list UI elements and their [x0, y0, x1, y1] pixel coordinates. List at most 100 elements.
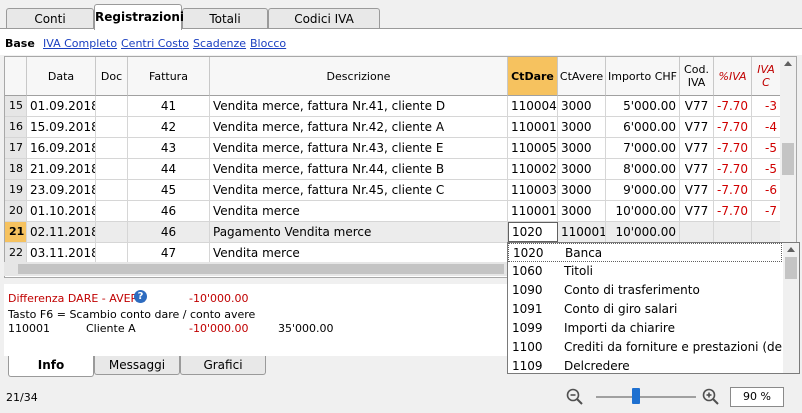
vertical-scroll-thumb[interactable] — [782, 143, 794, 175]
cell-fattura[interactable]: 45 — [128, 180, 210, 200]
cell-doc[interactable] — [96, 138, 128, 158]
cell-data[interactable]: 01.10.2018 — [27, 201, 96, 221]
col-data-header[interactable]: Data — [27, 57, 96, 96]
cell-importo[interactable]: 5'000.00 — [606, 96, 680, 116]
cell-doc[interactable] — [96, 117, 128, 137]
cell-descrizione[interactable]: Vendita merce, fattura Nr.44, cliente B — [210, 159, 508, 179]
col-codiva-header[interactable]: Cod. IVA — [680, 57, 714, 96]
dropdown-option[interactable]: 1100 Crediti da forniture e prestazioni (… — [508, 338, 782, 357]
cell-ctdare[interactable]: 110004 — [508, 96, 558, 116]
cell-descrizione[interactable]: Vendita merce, fattura Nr.41, cliente D — [210, 96, 508, 116]
cell-doc[interactable] — [96, 201, 128, 221]
help-icon[interactable]: ? — [134, 290, 147, 303]
col-descrizione-header[interactable]: Descrizione — [210, 57, 508, 96]
cell-descrizione[interactable]: Vendita merce — [210, 243, 508, 263]
zoom-slider-handle[interactable] — [632, 388, 640, 404]
cell-codiva[interactable] — [680, 222, 714, 242]
cell-data[interactable]: 03.11.2018 — [27, 243, 96, 263]
cell-importo[interactable]: 10'000.00 — [606, 201, 680, 221]
cell-fattura[interactable]: 46 — [128, 201, 210, 221]
horizontal-scrollbar[interactable] — [4, 262, 508, 276]
col-percentiva-header[interactable]: %IVA — [714, 57, 752, 96]
zoom-slider[interactable] — [596, 396, 696, 398]
dropdown-option[interactable]: 1091 Conto di giro salari — [508, 300, 782, 319]
cell-ivac[interactable]: -7 — [752, 201, 781, 221]
cell-data[interactable]: 15.09.2018 — [27, 117, 96, 137]
cell-descrizione[interactable]: Vendita merce — [210, 201, 508, 221]
cell-data[interactable]: 16.09.2018 — [27, 138, 96, 158]
cell-ivac[interactable]: -5 — [752, 159, 781, 179]
view-centri-costo[interactable]: Centri Costo — [121, 37, 189, 50]
cell-descrizione[interactable]: Vendita merce, fattura Nr.45, cliente C — [210, 180, 508, 200]
cell-doc[interactable] — [96, 243, 128, 263]
view-iva-completo[interactable]: IVA Completo — [43, 37, 117, 50]
cell-fattura[interactable]: 47 — [128, 243, 210, 263]
tab-messaggi[interactable]: Messaggi — [94, 356, 180, 375]
cell-ivac[interactable]: -5 — [752, 138, 781, 158]
col-ctavere-header[interactable]: CtAvere — [558, 57, 606, 96]
cell-importo[interactable]: 10'000.00 — [606, 222, 680, 242]
cell-ivac[interactable] — [752, 222, 781, 242]
dropdown-option[interactable]: 1109 Delcredere — [508, 357, 782, 373]
dropdown-scroll-thumb[interactable] — [785, 257, 797, 279]
cell-codiva[interactable]: V77 — [680, 159, 714, 179]
table-row[interactable]: 17 16.09.2018 43 Vendita merce, fattura Nr.… — [5, 138, 781, 159]
cell-codiva[interactable]: V77 — [680, 117, 714, 137]
table-row[interactable]: 20 01.10.2018 46 Vendita merce 110001 3000 10'… — [5, 201, 781, 222]
cell-ivac[interactable]: -6 — [752, 180, 781, 200]
cell-importo[interactable]: 6'000.00 — [606, 117, 680, 137]
cell-ctavere[interactable]: 3000 — [558, 96, 606, 116]
cell-doc[interactable] — [96, 159, 128, 179]
tab-grafici[interactable]: Grafici — [180, 356, 266, 375]
col-importo-header[interactable]: Importo CHF — [606, 57, 680, 96]
cell-doc[interactable] — [96, 222, 128, 242]
cell-importo[interactable]: 8'000.00 — [606, 159, 680, 179]
zoom-in-icon[interactable] — [702, 388, 720, 406]
cell-codiva[interactable]: V77 — [680, 96, 714, 116]
table-row[interactable]: 15 01.09.2018 41 Vendita merce, fattura Nr.… — [5, 96, 781, 117]
tab-info[interactable]: Info — [8, 356, 94, 377]
cell-ctdare[interactable]: 1020 — [508, 222, 558, 242]
col-ivac-header[interactable]: IVA C — [752, 57, 781, 96]
table-row[interactable]: 16 15.09.2018 42 Vendita merce, fattura Nr.… — [5, 117, 781, 138]
view-base[interactable]: Base — [5, 37, 35, 50]
table-row[interactable]: 18 21.09.2018 44 Vendita merce, fattura Nr.… — [5, 159, 781, 180]
scroll-up-icon[interactable] — [784, 61, 792, 66]
cell-ctavere[interactable]: 3000 — [558, 159, 606, 179]
cell-ctdare[interactable]: 110001 — [508, 117, 558, 137]
tab-conti[interactable]: Conti — [6, 8, 94, 29]
cell-fattura[interactable]: 44 — [128, 159, 210, 179]
cell-ctavere[interactable]: 110001 — [558, 222, 606, 242]
zoom-out-icon[interactable] — [566, 388, 584, 406]
view-blocco[interactable]: Blocco — [250, 37, 286, 50]
cell-fattura[interactable]: 41 — [128, 96, 210, 116]
cell-percentiva[interactable]: -7.70 — [714, 117, 752, 137]
tab-registrazioni[interactable]: Registrazioni — [94, 4, 184, 30]
cell-doc[interactable] — [96, 180, 128, 200]
cell-doc[interactable] — [96, 96, 128, 116]
cell-codiva[interactable]: V77 — [680, 201, 714, 221]
dropdown-option[interactable]: 1090 Conto di trasferimento — [508, 281, 782, 300]
dropdown-scroll-up-icon[interactable] — [787, 247, 795, 252]
cell-percentiva[interactable]: -7.70 — [714, 138, 752, 158]
horizontal-scroll-thumb[interactable] — [18, 264, 504, 274]
cell-ctavere[interactable]: 3000 — [558, 117, 606, 137]
cell-ctdare[interactable]: 110005 — [508, 138, 558, 158]
cell-ivac[interactable]: -4 — [752, 117, 781, 137]
cell-ctavere[interactable]: 3000 — [558, 201, 606, 221]
col-doc-header[interactable]: Doc — [96, 57, 128, 96]
cell-percentiva[interactable]: -7.70 — [714, 96, 752, 116]
cell-ctdare[interactable]: 110002 — [508, 159, 558, 179]
cell-importo[interactable]: 9'000.00 — [606, 180, 680, 200]
dropdown-scrollbar[interactable] — [783, 243, 799, 373]
cell-descrizione[interactable]: Vendita merce, fattura Nr.42, cliente A — [210, 117, 508, 137]
tab-codici-iva[interactable]: Codici IVA — [268, 8, 380, 29]
cell-codiva[interactable]: V77 — [680, 138, 714, 158]
cell-descrizione[interactable]: Vendita merce, fattura Nr.43, cliente E — [210, 138, 508, 158]
cell-codiva[interactable]: V77 — [680, 180, 714, 200]
cell-data[interactable]: 02.11.2018 — [27, 222, 96, 242]
cell-data[interactable]: 21.09.2018 — [27, 159, 96, 179]
cell-ctavere[interactable]: 3000 — [558, 180, 606, 200]
cell-percentiva[interactable]: -7.70 — [714, 201, 752, 221]
table-row[interactable]: 21 02.11.2018 46 Pagamento Vendita merce 102… — [5, 222, 781, 243]
